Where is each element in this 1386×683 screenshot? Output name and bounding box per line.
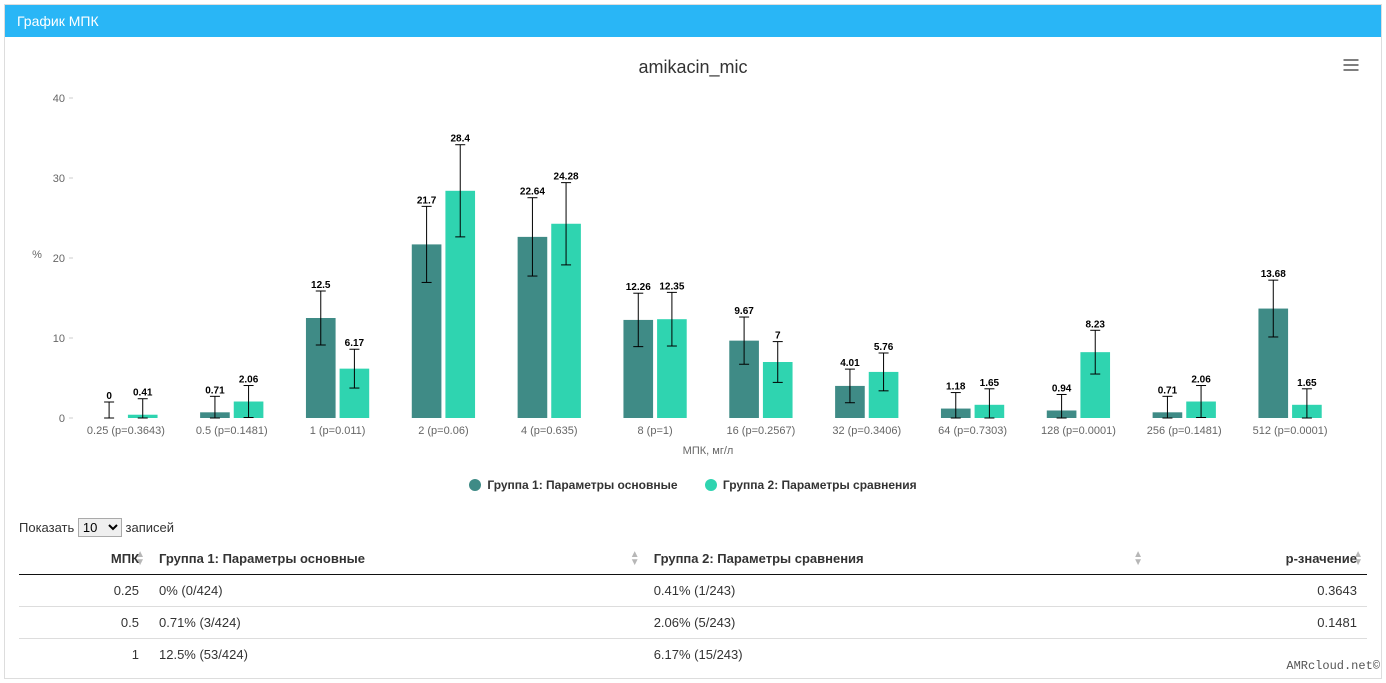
svg-text:12.26: 12.26	[626, 282, 651, 293]
legend-swatch-g1	[469, 479, 481, 491]
svg-text:10: 10	[53, 333, 65, 345]
table-header-row: МПК▲▼ Группа 1: Параметры основные▲▼ Гру…	[19, 543, 1367, 575]
svg-text:8.23: 8.23	[1085, 319, 1105, 330]
cell-g2: 0.41% (1/243)	[644, 575, 1147, 607]
col-g1[interactable]: Группа 1: Параметры основные▲▼	[149, 543, 644, 575]
chart-legend: Группа 1: Параметры основные Группа 2: П…	[15, 468, 1371, 500]
sort-icon: ▲▼	[1133, 551, 1143, 567]
sort-icon: ▲▼	[135, 551, 145, 567]
sort-icon: ▲▼	[630, 551, 640, 567]
chart-title: amikacin_mic	[15, 57, 1371, 78]
cell-g1: 0.71% (3/424)	[149, 607, 644, 639]
svg-text:8 (p=1): 8 (p=1)	[637, 425, 672, 437]
table-length-control: Показать 102550100 записей	[19, 518, 1367, 537]
svg-text:2.06: 2.06	[239, 375, 259, 386]
svg-text:256 (p=0.1481): 256 (p=0.1481)	[1147, 425, 1222, 437]
sort-icon: ▲▼	[1353, 551, 1363, 567]
cell-p: 0.3643	[1147, 575, 1367, 607]
mic-panel: График МПК amikacin_mic 010203040%00.410…	[4, 4, 1382, 679]
col-p[interactable]: p-значение▲▼	[1147, 543, 1367, 575]
svg-text:1.18: 1.18	[946, 382, 966, 393]
table-row: 0.250% (0/424)0.41% (1/243)0.3643	[19, 575, 1367, 607]
svg-text:64 (p=0.7303): 64 (p=0.7303)	[938, 425, 1007, 437]
svg-text:5.76: 5.76	[874, 342, 894, 353]
svg-text:512 (p=0.0001): 512 (p=0.0001)	[1253, 425, 1328, 437]
svg-text:21.7: 21.7	[417, 195, 437, 206]
panel-title: График МПК	[5, 5, 1381, 37]
svg-text:0.71: 0.71	[1158, 385, 1178, 396]
svg-text:22.64: 22.64	[520, 187, 545, 198]
svg-text:0: 0	[106, 391, 112, 402]
footer-brand: AMRcloud.net©	[1286, 659, 1380, 673]
cell-p: 0.1481	[1147, 607, 1367, 639]
svg-text:1.65: 1.65	[980, 378, 1000, 389]
svg-text:20: 20	[53, 253, 65, 265]
legend-label-g1: Группа 1: Параметры основные	[487, 478, 677, 492]
cell-g1: 12.5% (53/424)	[149, 639, 644, 671]
table-row: 112.5% (53/424)6.17% (15/243)	[19, 639, 1367, 671]
svg-text:2.06: 2.06	[1191, 375, 1211, 386]
col-mpk[interactable]: МПК▲▼	[19, 543, 149, 575]
svg-text:4 (p=0.635): 4 (p=0.635)	[521, 425, 578, 437]
svg-text:%: %	[32, 249, 42, 261]
svg-text:30: 30	[53, 173, 65, 185]
cell-mpk: 0.25	[19, 575, 149, 607]
svg-text:0: 0	[59, 413, 65, 425]
mic-table: МПК▲▼ Группа 1: Параметры основные▲▼ Гру…	[19, 543, 1367, 670]
cell-g1: 0% (0/424)	[149, 575, 644, 607]
legend-item-g2[interactable]: Группа 2: Параметры сравнения	[705, 478, 917, 492]
col-g2[interactable]: Группа 2: Параметры сравнения▲▼	[644, 543, 1147, 575]
svg-text:7: 7	[775, 331, 781, 342]
page-length-select[interactable]: 102550100	[78, 518, 122, 537]
legend-swatch-g2	[705, 479, 717, 491]
svg-text:2 (p=0.06): 2 (p=0.06)	[418, 425, 468, 437]
chart-area: amikacin_mic 0 10 20 30 40% 0 0.41 0.25 (p=0.36…	[5, 37, 1381, 510]
length-prefix: Показать	[19, 520, 74, 535]
svg-text:12.5: 12.5	[311, 280, 331, 291]
svg-text:13.68: 13.68	[1261, 269, 1286, 280]
svg-text:6.17: 6.17	[345, 338, 365, 349]
svg-text:0.5 (p=0.1481): 0.5 (p=0.1481)	[196, 425, 268, 437]
legend-item-g1[interactable]: Группа 1: Параметры основные	[469, 478, 677, 492]
svg-text:4.01: 4.01	[840, 358, 860, 369]
svg-text:32 (p=0.3406): 32 (p=0.3406)	[832, 425, 901, 437]
svg-text:1 (p=0.011): 1 (p=0.011)	[310, 425, 366, 437]
svg-text:40: 40	[53, 93, 65, 105]
legend-label-g2: Группа 2: Параметры сравнения	[723, 478, 917, 492]
svg-text:9.67: 9.67	[734, 306, 754, 317]
svg-text:16 (p=0.2567): 16 (p=0.2567)	[727, 425, 796, 437]
svg-text:0.25 (p=0.3643): 0.25 (p=0.3643)	[87, 425, 165, 437]
svg-text:128 (p=0.0001): 128 (p=0.0001)	[1041, 425, 1116, 437]
table-row: 0.50.71% (3/424)2.06% (5/243)0.1481	[19, 607, 1367, 639]
bar-chart: 0 10 20 30 40% 0 0.41 0.25 (p=0.3643) 0.71 2.06 0.…	[23, 88, 1363, 468]
svg-text:0.41: 0.41	[133, 388, 153, 399]
cell-mpk: 1	[19, 639, 149, 671]
cell-mpk: 0.5	[19, 607, 149, 639]
length-suffix: записей	[126, 520, 174, 535]
svg-text:0.94: 0.94	[1052, 383, 1072, 394]
svg-text:1.65: 1.65	[1297, 378, 1317, 389]
chart-menu-icon[interactable]	[1341, 55, 1361, 78]
table-section: Показать 102550100 записей МПК▲▼ Группа …	[5, 510, 1381, 678]
svg-text:МПК, мг/л: МПК, мг/л	[683, 445, 734, 457]
table-body: 0.250% (0/424)0.41% (1/243)0.36430.50.71…	[19, 575, 1367, 671]
svg-text:0.71: 0.71	[205, 385, 225, 396]
svg-text:24.28: 24.28	[554, 172, 579, 183]
cell-g2: 2.06% (5/243)	[644, 607, 1147, 639]
cell-g2: 6.17% (15/243)	[644, 639, 1147, 671]
svg-text:12.35: 12.35	[659, 281, 684, 292]
svg-text:28.4: 28.4	[450, 134, 470, 145]
